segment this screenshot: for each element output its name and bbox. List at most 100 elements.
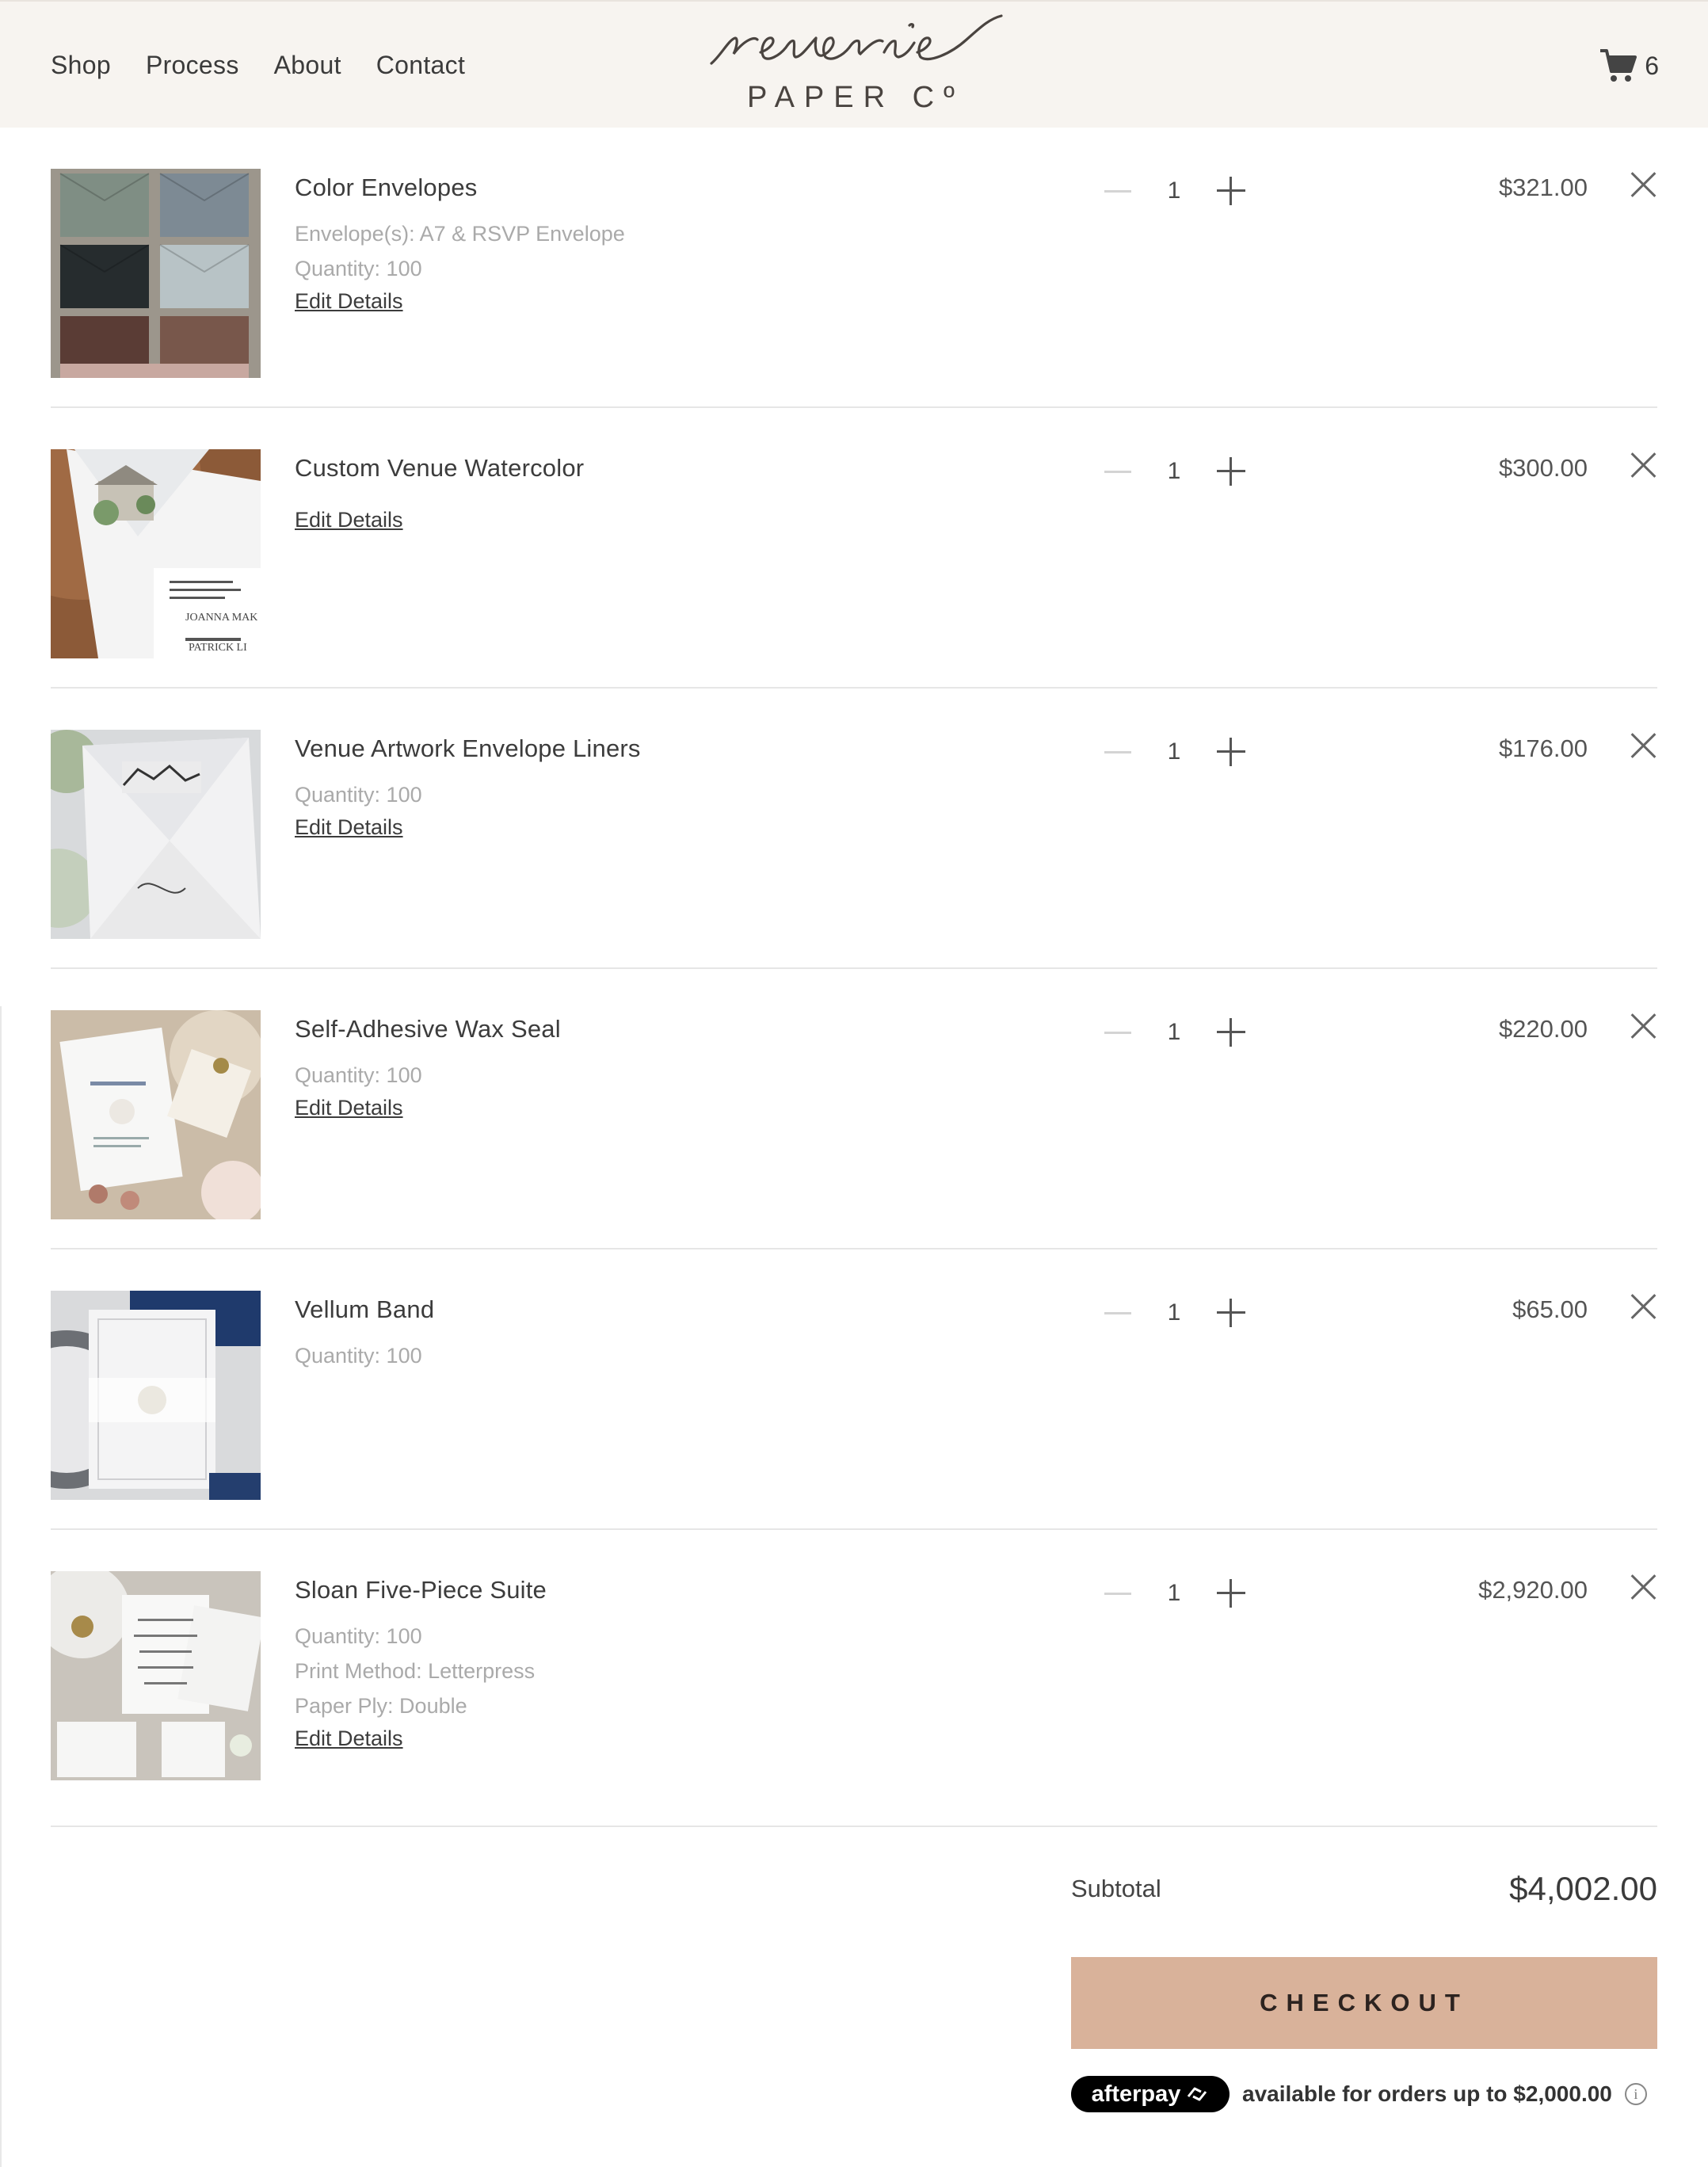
subtotal-value: $4,002.00 bbox=[1509, 1870, 1657, 1907]
order-summary: Subtotal $4,002.00 CHECKOUT afterpay ava… bbox=[1071, 1870, 1657, 2112]
afterpay-logo: afterpay bbox=[1071, 2076, 1230, 2112]
item-price: $65.00 bbox=[1512, 1295, 1588, 1323]
quantity-value[interactable]: 1 bbox=[1131, 1019, 1217, 1046]
subtotal-row: Subtotal $4,002.00 bbox=[1071, 1870, 1657, 1908]
increase-quantity-button[interactable] bbox=[1217, 738, 1245, 766]
product-image[interactable] bbox=[51, 1571, 261, 1780]
increase-quantity-button[interactable] bbox=[1217, 457, 1245, 486]
afterpay-arrows-icon bbox=[1188, 2087, 1207, 2101]
edit-details-link[interactable]: Edit Details bbox=[295, 815, 403, 840]
item-title: Vellum Band bbox=[295, 1295, 435, 1323]
edit-details-link[interactable]: Edit Details bbox=[295, 1096, 403, 1120]
item-info: Vellum Band Quantity: 100 bbox=[295, 1295, 434, 1373]
product-image[interactable]: JOANNA MAK PATRICK LI bbox=[51, 449, 261, 658]
nav-shop[interactable]: Shop bbox=[51, 51, 111, 80]
item-print-method: Print Method: Letterpress bbox=[295, 1659, 536, 1683]
quantity-stepper: 1 bbox=[1104, 1570, 1245, 1617]
decrease-quantity-button[interactable] bbox=[1104, 1592, 1131, 1595]
site-header: Shop Process About Contact PAPER Cº 6 bbox=[0, 0, 1708, 128]
item-info: Self-Adhesive Wax Seal Quantity: 100 Edi… bbox=[295, 1015, 561, 1120]
remove-item-icon[interactable] bbox=[1630, 1013, 1657, 1040]
edit-details-link[interactable]: Edit Details bbox=[295, 289, 403, 314]
brand-logo[interactable]: PAPER Cº bbox=[697, 8, 1014, 119]
increase-quantity-button[interactable] bbox=[1217, 177, 1245, 205]
item-title: Sloan Five-Piece Suite bbox=[295, 1576, 547, 1604]
cart-item: Sloan Five-Piece Suite Quantity: 100 Pri… bbox=[51, 1530, 1657, 1827]
cart-items-list: Color Envelopes Envelope(s): A7 & RSVP E… bbox=[51, 128, 1657, 1827]
main-nav: Shop Process About Contact bbox=[51, 51, 465, 80]
remove-item-icon[interactable] bbox=[1630, 732, 1657, 759]
cart-item: Color Envelopes Envelope(s): A7 & RSVP E… bbox=[51, 128, 1657, 408]
item-quantity-note: Quantity: 100 bbox=[295, 1344, 422, 1368]
quantity-stepper: 1 bbox=[1104, 448, 1245, 495]
quantity-stepper: 1 bbox=[1104, 167, 1245, 215]
quantity-value[interactable]: 1 bbox=[1131, 458, 1217, 485]
item-price: $300.00 bbox=[1498, 454, 1588, 482]
item-info: Custom Venue Watercolor Edit Details bbox=[295, 454, 584, 532]
quantity-value[interactable]: 1 bbox=[1131, 1580, 1217, 1607]
nav-contact[interactable]: Contact bbox=[376, 51, 465, 80]
logo-subtitle: PAPER Cº bbox=[747, 81, 964, 114]
decrease-quantity-button[interactable] bbox=[1104, 189, 1131, 193]
item-title: Venue Artwork Envelope Liners bbox=[295, 734, 641, 762]
decrease-quantity-button[interactable] bbox=[1104, 470, 1131, 473]
divider bbox=[0, 1006, 2, 2167]
quantity-value[interactable]: 1 bbox=[1131, 177, 1217, 204]
increase-quantity-button[interactable] bbox=[1217, 1299, 1245, 1327]
item-title: Self-Adhesive Wax Seal bbox=[295, 1015, 561, 1043]
item-quantity-note: Quantity: 100 bbox=[295, 1063, 422, 1087]
product-image[interactable] bbox=[51, 1010, 261, 1219]
cart-count: 6 bbox=[1645, 51, 1659, 80]
remove-item-icon[interactable] bbox=[1630, 452, 1657, 479]
item-paper-ply: Paper Ply: Double bbox=[295, 1694, 467, 1718]
cart-item: Venue Artwork Envelope Liners Quantity: … bbox=[51, 689, 1657, 969]
cart-item: Self-Adhesive Wax Seal Quantity: 100 Edi… bbox=[51, 969, 1657, 1249]
quantity-value[interactable]: 1 bbox=[1131, 1299, 1217, 1326]
remove-item-icon[interactable] bbox=[1630, 1293, 1657, 1320]
afterpay-text: available for orders up to $2,000.00 bbox=[1242, 2081, 1612, 2106]
item-quantity-note: Quantity: 100 bbox=[295, 783, 422, 807]
increase-quantity-button[interactable] bbox=[1217, 1018, 1245, 1047]
product-image[interactable] bbox=[51, 169, 261, 378]
item-price: $2,920.00 bbox=[1478, 1576, 1588, 1604]
item-title: Custom Venue Watercolor bbox=[295, 454, 585, 482]
item-info: Sloan Five-Piece Suite Quantity: 100 Pri… bbox=[295, 1576, 547, 1751]
decrease-quantity-button[interactable] bbox=[1104, 1311, 1131, 1314]
item-quantity-note: Quantity: 100 bbox=[295, 257, 422, 280]
checkout-button[interactable]: CHECKOUT bbox=[1071, 1957, 1657, 2049]
quantity-value[interactable]: 1 bbox=[1131, 738, 1217, 765]
afterpay-brand: afterpay bbox=[1091, 2081, 1181, 2107]
subtotal-label: Subtotal bbox=[1071, 1875, 1161, 1902]
quantity-stepper: 1 bbox=[1104, 1289, 1245, 1337]
decrease-quantity-button[interactable] bbox=[1104, 1031, 1131, 1034]
logo-script-wordmark bbox=[710, 14, 1003, 65]
quantity-stepper: 1 bbox=[1104, 1009, 1245, 1056]
product-image[interactable] bbox=[51, 730, 261, 939]
cart-item: Vellum Band Quantity: 100 1 $65.00 bbox=[51, 1249, 1657, 1530]
product-image[interactable] bbox=[51, 1291, 261, 1500]
item-info: Color Envelopes Envelope(s): A7 & RSVP E… bbox=[295, 174, 625, 314]
item-price: $176.00 bbox=[1498, 734, 1588, 762]
svg-text:JOANNA MAK: JOANNA MAK bbox=[185, 612, 257, 624]
nav-process[interactable]: Process bbox=[146, 51, 239, 80]
increase-quantity-button[interactable] bbox=[1217, 1579, 1245, 1608]
remove-item-icon[interactable] bbox=[1630, 1574, 1657, 1600]
cart-icon bbox=[1600, 49, 1637, 82]
quantity-stepper: 1 bbox=[1104, 728, 1245, 776]
item-option: Envelope(s): A7 & RSVP Envelope bbox=[295, 222, 625, 246]
svg-text:PATRICK LI: PATRICK LI bbox=[189, 642, 247, 654]
afterpay-notice: afterpay available for orders up to $2,0… bbox=[1071, 2076, 1657, 2112]
item-title: Color Envelopes bbox=[295, 174, 478, 201]
nav-about[interactable]: About bbox=[274, 51, 341, 80]
edit-details-link[interactable]: Edit Details bbox=[295, 508, 403, 532]
info-icon[interactable]: i bbox=[1624, 2083, 1647, 2105]
item-quantity-note: Quantity: 100 bbox=[295, 1624, 422, 1648]
remove-item-icon[interactable] bbox=[1630, 171, 1657, 198]
edit-details-link[interactable]: Edit Details bbox=[295, 1726, 403, 1751]
cart-item: JOANNA MAK PATRICK LI Custom Venue Water… bbox=[51, 408, 1657, 689]
item-price: $321.00 bbox=[1498, 174, 1588, 201]
decrease-quantity-button[interactable] bbox=[1104, 750, 1131, 753]
cart-button[interactable]: 6 bbox=[1599, 48, 1659, 84]
item-price: $220.00 bbox=[1498, 1015, 1588, 1043]
item-info: Venue Artwork Envelope Liners Quantity: … bbox=[295, 734, 641, 840]
